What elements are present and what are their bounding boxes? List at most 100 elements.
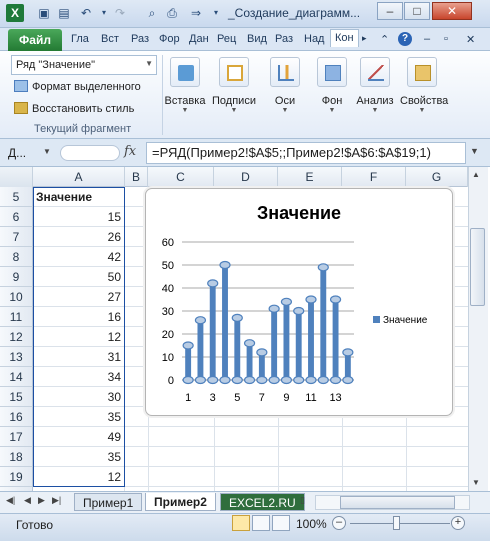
quick-print-preview-icon[interactable]: ⌕ bbox=[144, 5, 160, 21]
maximize-button[interactable]: □ bbox=[404, 2, 430, 20]
properties-button[interactable]: Свойства ▼ bbox=[400, 55, 448, 133]
row-header[interactable]: 6 bbox=[0, 207, 33, 227]
tab-insert[interactable]: Вст bbox=[101, 33, 119, 45]
prev-sheet-icon[interactable]: ◀ bbox=[24, 495, 31, 506]
column-header-f[interactable]: F bbox=[342, 167, 406, 187]
selection-handle-top[interactable] bbox=[305, 295, 317, 304]
selection-handle-top[interactable] bbox=[293, 306, 305, 316]
vertical-scroll-thumb[interactable] bbox=[470, 228, 485, 306]
selection-handle-top[interactable] bbox=[194, 316, 207, 325]
bar[interactable] bbox=[283, 301, 290, 380]
formula-input[interactable]: =РЯД(Пример2!$A$5;;Пример2!$A$6:$A$19;1) bbox=[146, 142, 466, 164]
cell-value[interactable]: 15 bbox=[33, 207, 125, 227]
cell-value[interactable]: 35 bbox=[33, 407, 125, 427]
bar[interactable] bbox=[185, 345, 192, 381]
selection-handle-bottom[interactable] bbox=[243, 375, 256, 385]
help-icon[interactable]: ? bbox=[398, 32, 412, 46]
bar[interactable] bbox=[320, 267, 327, 380]
zoom-in-button[interactable]: + bbox=[451, 516, 465, 530]
bar[interactable] bbox=[246, 343, 253, 380]
sheet-tab-primer2[interactable]: Пример2 bbox=[145, 493, 216, 511]
excel-app-icon[interactable]: X bbox=[6, 4, 24, 22]
selection-handle-bottom[interactable] bbox=[182, 375, 194, 385]
undo-icon[interactable]: ↶ bbox=[78, 5, 94, 21]
column-header-c[interactable]: C bbox=[148, 167, 214, 187]
zoom-level[interactable]: 100% bbox=[296, 517, 327, 531]
new-sheet-icon[interactable]: ▯ bbox=[300, 495, 305, 506]
row-header[interactable]: 15 bbox=[0, 387, 33, 407]
row-header[interactable]: 19 bbox=[0, 467, 33, 487]
selection-handle-top[interactable] bbox=[280, 297, 293, 306]
chart-area[interactable]: Значение 0 10 20 30 40 50 60 1 3 5 7 9 11 13 Значение bbox=[145, 188, 453, 416]
cell-value[interactable]: 49 bbox=[33, 427, 125, 447]
column-header-e[interactable]: E bbox=[278, 167, 342, 187]
row-header[interactable]: 12 bbox=[0, 327, 33, 347]
labels-button[interactable]: Подписи ▼ bbox=[212, 55, 256, 133]
tab-scroll-right-icon[interactable]: ▸ bbox=[362, 33, 367, 44]
doc-restore-icon[interactable]: ▫ bbox=[444, 33, 448, 45]
close-button[interactable]: ✕ bbox=[432, 2, 472, 20]
row-header[interactable]: 8 bbox=[0, 247, 33, 267]
sheet-tab-excel2ru[interactable]: EXCEL2.RU bbox=[220, 493, 305, 511]
bar[interactable] bbox=[332, 299, 339, 381]
save-icon[interactable]: ▣ bbox=[36, 5, 52, 21]
legend-label[interactable]: Значение bbox=[383, 315, 428, 326]
sheet-tab-primer1[interactable]: Пример1 bbox=[74, 493, 143, 511]
cell-value[interactable]: 34 bbox=[33, 367, 125, 387]
selection-handle-top[interactable] bbox=[329, 295, 342, 304]
tab-design[interactable]: Раз bbox=[275, 33, 293, 45]
row-header[interactable]: 17 bbox=[0, 427, 33, 447]
formula-bar-splitter[interactable] bbox=[60, 145, 120, 161]
page-layout-view-icon[interactable] bbox=[252, 515, 270, 531]
format-painter-icon[interactable]: ⇒ bbox=[188, 5, 204, 21]
cell-value[interactable]: 16 bbox=[33, 307, 125, 327]
zoom-slider-track[interactable] bbox=[350, 523, 450, 524]
tab-data[interactable]: Дан bbox=[189, 33, 209, 45]
tab-formulas[interactable]: Фор bbox=[159, 33, 180, 45]
selection-handle-top[interactable] bbox=[268, 304, 280, 313]
customize-toolbar-icon[interactable]: ▾ bbox=[208, 5, 224, 21]
insert-button[interactable]: Вставка ▼ bbox=[163, 55, 207, 133]
axes-button[interactable]: Оси ▼ bbox=[263, 55, 307, 133]
plot-area[interactable]: 01020304050601 3 5 7 9 11 13 bbox=[162, 237, 354, 404]
tab-file[interactable]: Файл bbox=[8, 29, 62, 51]
printer-icon[interactable]: ⎙ bbox=[164, 5, 180, 21]
cell-value[interactable]: 12 bbox=[33, 327, 125, 347]
selection-handle-bottom[interactable] bbox=[293, 375, 305, 385]
selection-handle-bottom[interactable] bbox=[342, 375, 354, 385]
scroll-down-icon[interactable]: ▼ bbox=[472, 478, 480, 487]
cell-value[interactable]: 42 bbox=[33, 247, 125, 267]
bar[interactable] bbox=[258, 352, 265, 380]
normal-view-icon[interactable] bbox=[232, 515, 250, 531]
bar[interactable] bbox=[234, 317, 241, 380]
cell-value[interactable]: 12 bbox=[33, 467, 125, 487]
analysis-button[interactable]: Анализ ▼ bbox=[353, 55, 397, 133]
doc-close-icon[interactable]: ✕ bbox=[466, 33, 475, 46]
row-header[interactable]: 18 bbox=[0, 447, 33, 467]
row-header[interactable]: 14 bbox=[0, 367, 33, 387]
selection-handle-bottom[interactable] bbox=[268, 375, 280, 385]
tab-view[interactable]: Вид bbox=[247, 33, 267, 45]
next-sheet-icon[interactable]: ▶ bbox=[38, 495, 45, 506]
selection-handle-top[interactable] bbox=[219, 260, 231, 270]
selection-handle-bottom[interactable] bbox=[207, 375, 219, 385]
chart-element-selector[interactable]: Ряд "Значение" ▼ bbox=[11, 55, 157, 75]
tab-layout-active[interactable]: Кон bbox=[330, 29, 359, 47]
column-header-g[interactable]: G bbox=[406, 167, 468, 187]
tab-add-ins[interactable]: Над bbox=[304, 33, 324, 45]
row-header[interactable]: 16 bbox=[0, 407, 33, 427]
selection-handle-bottom[interactable] bbox=[219, 375, 231, 385]
expand-formula-bar-icon[interactable]: ▼ bbox=[470, 146, 479, 156]
bar[interactable] bbox=[222, 265, 228, 380]
cell-header-value[interactable]: Значение bbox=[33, 187, 125, 207]
format-selection-button[interactable]: Формат выделенного bbox=[14, 80, 141, 93]
selection-handle-bottom[interactable] bbox=[329, 375, 342, 385]
selection-handle-top[interactable] bbox=[342, 348, 354, 357]
row-header[interactable]: 11 bbox=[0, 307, 33, 327]
selection-handle-top[interactable] bbox=[231, 313, 243, 322]
select-all-button[interactable] bbox=[0, 167, 33, 187]
row-header[interactable]: 13 bbox=[0, 347, 33, 367]
selection-handle-bottom[interactable] bbox=[317, 375, 329, 385]
tab-home[interactable]: Гла bbox=[71, 33, 89, 45]
selection-handle-top[interactable] bbox=[182, 341, 194, 350]
